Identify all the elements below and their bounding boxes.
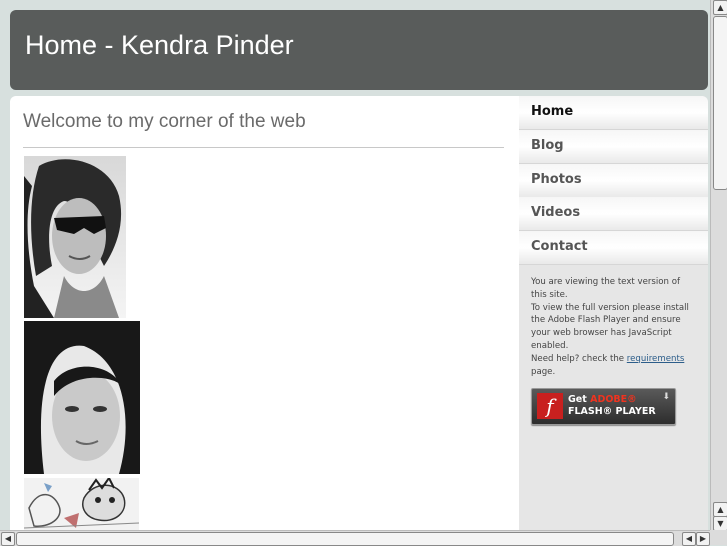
vertical-scroll-thumb[interactable]	[713, 16, 727, 190]
flash-badge-line1: Get ADOBE®	[568, 394, 637, 405]
download-arrow-icon: ⬇	[662, 392, 670, 402]
nav-item-photos[interactable]: Photos	[519, 164, 708, 198]
vertical-scrollbar[interactable]: ▲ ▲ ▼	[710, 0, 727, 531]
get-flash-player-button[interactable]: f Get ADOBE® FLASH® PLAYER ⬇	[531, 388, 676, 425]
scroll-up-icon[interactable]: ▲	[713, 502, 727, 517]
notice-line3-suffix: page.	[531, 366, 556, 377]
flash-logo-icon: f	[537, 393, 563, 419]
nav-label: Photos	[531, 172, 582, 187]
nav-item-videos[interactable]: Videos	[519, 197, 708, 231]
heading-divider	[23, 147, 504, 148]
site-header: Home - Kendra Pinder	[10, 10, 708, 90]
page-title: Home - Kendra Pinder	[25, 30, 294, 60]
scroll-up-icon[interactable]: ▲	[713, 0, 727, 15]
notice-line3-prefix: Need help? check the	[531, 353, 625, 364]
cartoon-sketch-photo[interactable]	[24, 478, 139, 532]
portrait-closeup-photo[interactable]	[24, 321, 140, 474]
flash-notice: You are viewing the text version of this…	[531, 276, 691, 378]
portrait-sunglasses-photo[interactable]	[24, 156, 126, 318]
nav-item-contact[interactable]: Contact	[519, 231, 708, 265]
nav-item-blog[interactable]: Blog	[519, 130, 708, 164]
scrollbar-corner	[710, 530, 727, 545]
notice-line1: You are viewing the text version of this…	[531, 277, 681, 300]
nav-item-home[interactable]: Home	[519, 96, 708, 130]
sidebar: Home Blog Photos Videos Contact You are …	[519, 96, 708, 532]
main-content: Welcome to my corner of the web	[10, 96, 519, 532]
scroll-down-icon[interactable]: ▼	[713, 516, 727, 531]
notice-line2: To view the full version please install …	[531, 302, 689, 351]
nav-label: Videos	[531, 205, 581, 220]
scroll-left-icon[interactable]: ◀	[1, 532, 15, 546]
nav-label: Contact	[531, 239, 588, 254]
flash-badge-line2: FLASH® PLAYER	[568, 406, 656, 417]
requirements-link[interactable]: requirements	[627, 354, 685, 364]
nav-label: Home	[531, 104, 574, 119]
scroll-right-icon[interactable]: ▶	[696, 532, 710, 546]
welcome-heading: Welcome to my corner of the web	[23, 111, 306, 132]
nav-label: Blog	[531, 138, 564, 153]
horizontal-scrollbar[interactable]: ◀ ◀ ▶	[0, 530, 710, 546]
scroll-left-icon[interactable]: ◀	[682, 532, 696, 546]
horizontal-scroll-thumb[interactable]	[16, 532, 674, 546]
